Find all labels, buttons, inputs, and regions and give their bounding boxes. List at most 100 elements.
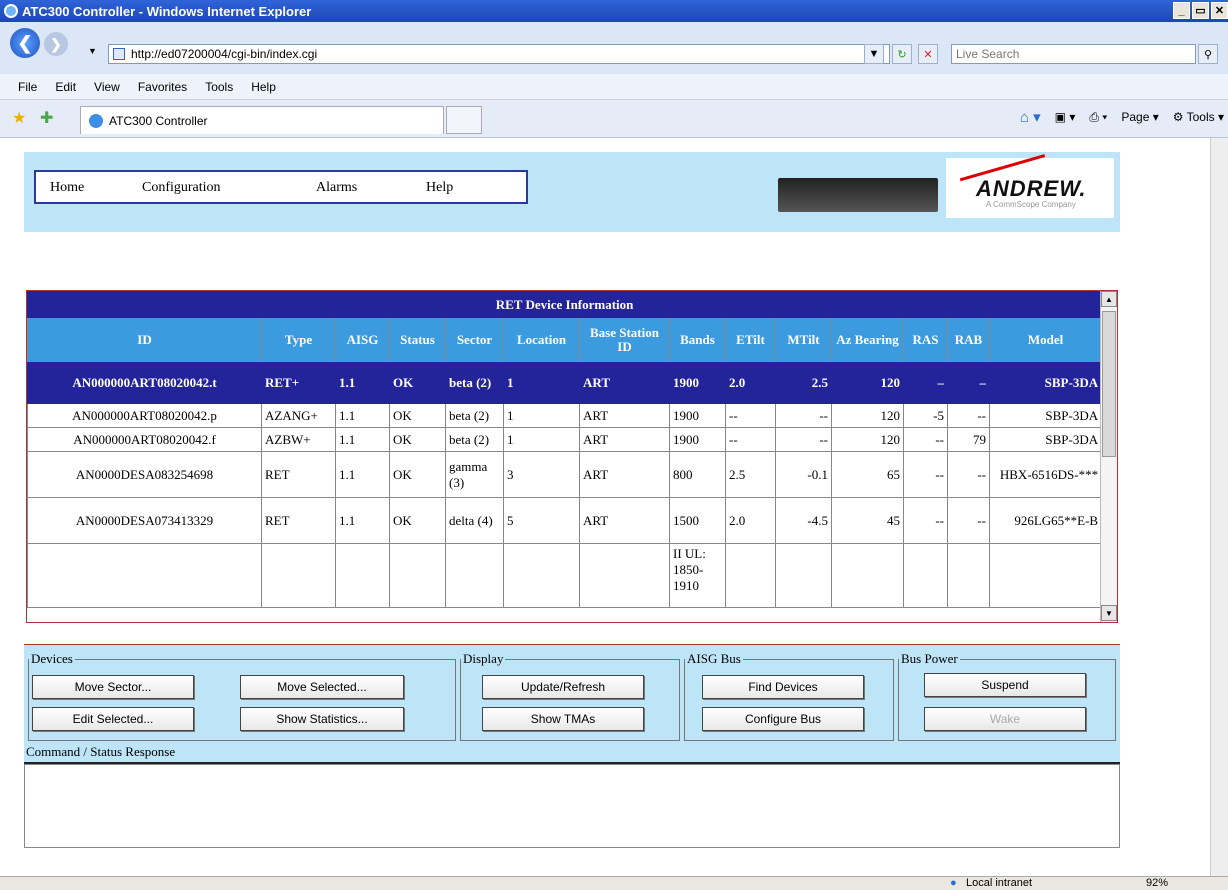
table-cell: [335, 543, 390, 608]
refresh-icon[interactable]: ↻: [892, 44, 912, 64]
favorites-star-icon[interactable]: ★: [12, 108, 26, 128]
close-window-icon[interactable]: ✕: [1211, 2, 1228, 19]
show-tmas-button[interactable]: Show TMAs: [482, 707, 644, 731]
zone-text: Local intranet: [966, 877, 1033, 889]
back-button[interactable]: ❮: [10, 28, 40, 58]
table-cell: [503, 543, 580, 608]
wake-button[interactable]: Wake: [924, 707, 1086, 731]
scroll-thumb[interactable]: [1102, 311, 1116, 457]
menu-file[interactable]: File: [18, 80, 37, 94]
menu-tools[interactable]: Tools: [205, 80, 233, 94]
status-bar: ● Local intranet 92%: [0, 876, 1228, 890]
logo-brand: ANDREW.: [976, 176, 1087, 201]
scroll-up-icon[interactable]: ▲: [1101, 291, 1117, 307]
table-cell: beta (2): [445, 403, 504, 428]
nav-help[interactable]: Help: [426, 180, 453, 196]
column-header: Type: [261, 317, 336, 362]
control-panel: Devices Display AISG Bus Bus Power Move …: [24, 644, 1120, 744]
table-cell: 120: [831, 427, 904, 452]
column-header: Az Bearing: [831, 317, 904, 362]
table-cell: 120: [831, 403, 904, 428]
menu-edit[interactable]: Edit: [55, 80, 76, 94]
column-header: RAB: [947, 317, 990, 362]
table-cell: --: [903, 497, 948, 544]
search-icon[interactable]: ⚲: [1198, 44, 1218, 64]
update-refresh-button[interactable]: Update/Refresh: [482, 675, 644, 699]
address-dropdown-icon[interactable]: ▼: [864, 44, 884, 64]
tab-title: ATC300 Controller: [109, 113, 208, 128]
table-row[interactable]: II UL: 1850-1910: [27, 543, 1103, 608]
zoom-level[interactable]: 92%: [1146, 877, 1168, 889]
nav-home[interactable]: Home: [50, 180, 84, 196]
show-statistics-button[interactable]: Show Statistics...: [240, 707, 404, 731]
table-cell: ART: [579, 427, 670, 452]
table-cell: 3: [503, 451, 580, 498]
find-devices-button[interactable]: Find Devices: [702, 675, 864, 699]
table-row[interactable]: AN0000DESA083254698 RET 1.1 OK gamma (3) 3 ART…: [27, 451, 1103, 498]
table-cell: AN000000ART08020042.p: [27, 403, 262, 428]
maximize-icon[interactable]: ▭: [1192, 2, 1209, 19]
move-sector-button[interactable]: Move Sector...: [32, 675, 194, 699]
table-cell: RET: [261, 497, 336, 544]
table-cell: 1.1: [335, 361, 390, 404]
table-row[interactable]: AN000000ART08020042.t RET+ 1.1 OK beta (2) 1 A…: [27, 361, 1103, 404]
add-favorites-icon[interactable]: ✚: [40, 108, 53, 128]
suspend-button[interactable]: Suspend: [924, 673, 1086, 697]
address-toolbar: ❮ ❯ ▼ http://ed07200004/cgi-bin/index.cg…: [0, 22, 1228, 74]
table-scrollbar[interactable]: ▲ ▼: [1100, 291, 1117, 622]
page-scrollbar[interactable]: [1210, 138, 1228, 878]
table-cell: [831, 543, 904, 608]
table-cell: delta (4): [445, 497, 504, 544]
table-cell: --: [947, 451, 990, 498]
feeds-icon[interactable]: ▣ ▾: [1055, 110, 1076, 124]
minimize-icon[interactable]: _: [1173, 2, 1190, 19]
table-cell: ART: [579, 403, 670, 428]
edit-selected-button[interactable]: Edit Selected...: [32, 707, 194, 731]
new-tab-button[interactable]: [446, 106, 482, 134]
column-header: Model: [988, 317, 1103, 362]
scroll-down-icon[interactable]: ▼: [1101, 605, 1117, 621]
table-cell: [27, 543, 262, 608]
tools-menu[interactable]: ⚙ Tools ▾: [1173, 110, 1224, 124]
table-cell: 79: [947, 427, 990, 452]
table-cell: ART: [579, 497, 670, 544]
menu-view[interactable]: View: [94, 80, 120, 94]
forward-button[interactable]: ❯: [44, 32, 68, 56]
history-dropdown-icon[interactable]: ▼: [88, 46, 97, 56]
print-icon[interactable]: ⎙ ▾: [1089, 110, 1107, 125]
move-selected-button[interactable]: Move Selected...: [240, 675, 404, 699]
search-input[interactable]: Live Search: [951, 44, 1196, 64]
devices-legend: Devices: [31, 651, 73, 666]
menu-favorites[interactable]: Favorites: [138, 80, 187, 94]
table-cell: [903, 543, 948, 608]
table-cell: beta (2): [445, 361, 504, 404]
home-icon[interactable]: ⌂ ▾: [1020, 108, 1041, 126]
address-bar[interactable]: http://ed07200004/cgi-bin/index.cgi: [108, 44, 890, 64]
display-legend: Display: [463, 651, 504, 666]
table-cell: 800: [669, 451, 726, 498]
configure-bus-button[interactable]: Configure Bus: [702, 707, 864, 731]
table-cell: 1.1: [335, 497, 390, 544]
logo-tagline: A CommScope Company: [986, 200, 1076, 209]
table-row[interactable]: AN000000ART08020042.f AZBW+ 1.1 OK beta (2) 1…: [27, 427, 1103, 452]
table-cell: 1900: [669, 427, 726, 452]
menu-help[interactable]: Help: [251, 80, 276, 94]
response-output[interactable]: [24, 764, 1120, 848]
tab-atc300[interactable]: ATC300 Controller: [80, 106, 444, 134]
table-cell: [775, 543, 832, 608]
nav-alarms[interactable]: Alarms: [316, 180, 357, 196]
tools-menu-label: Tools: [1186, 110, 1215, 124]
stop-icon[interactable]: ✕: [918, 44, 938, 64]
table-cell: HBX-6516DS-***: [988, 451, 1103, 498]
table-cell: AN0000DESA083254698: [27, 451, 262, 498]
table-row[interactable]: AN0000DESA073413329 RET 1.1 OK delta (4) 5 ART…: [27, 497, 1103, 544]
table-row[interactable]: AN000000ART08020042.p AZANG+ 1.1 OK beta (2)…: [27, 403, 1103, 428]
table-cell: beta (2): [445, 427, 504, 452]
table-cell: II UL: 1850-1910: [669, 543, 726, 608]
ie-logo-icon: [4, 4, 18, 18]
nav-configuration[interactable]: Configuration: [142, 180, 221, 196]
table-cell: 1.1: [335, 427, 390, 452]
table-header-row: ID Type AISG Status Sector Location Base Stati…: [27, 317, 1103, 362]
column-header: AISG: [335, 317, 390, 362]
page-menu[interactable]: Page ▾: [1121, 110, 1158, 124]
